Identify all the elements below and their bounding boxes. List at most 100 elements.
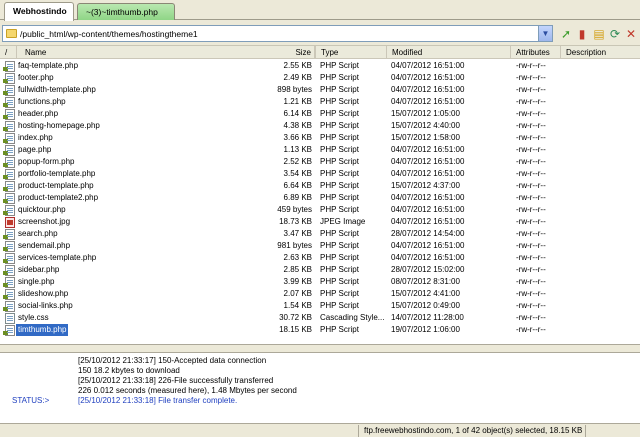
tab-webhostindo[interactable]: Webhostindo bbox=[4, 2, 74, 21]
file-name[interactable]: hosting-homepage.php bbox=[18, 120, 100, 132]
file-size: 2.63 KB bbox=[283, 253, 312, 262]
file-row[interactable]: footer.php 2.49 KB PHP Script 04/07/2012 16… bbox=[0, 72, 640, 84]
file-row[interactable]: popup-form.php 2.52 KB PHP Script 04/07/201… bbox=[0, 156, 640, 168]
file-name[interactable]: header.php bbox=[18, 108, 58, 120]
file-name[interactable]: sidebar.php bbox=[18, 264, 59, 276]
file-modified: 04/07/2012 16:51:00 bbox=[391, 205, 465, 214]
file-size: 3.66 KB bbox=[283, 133, 312, 142]
file-name[interactable]: single.php bbox=[18, 276, 54, 288]
file-type: PHP Script bbox=[320, 121, 359, 130]
file-type: JPEG Image bbox=[320, 217, 366, 226]
file-type: PHP Script bbox=[320, 241, 359, 250]
path-input[interactable]: /public_html/wp-content/themes/hostingth… bbox=[20, 29, 198, 39]
chevron-down-icon[interactable]: ▼ bbox=[538, 26, 552, 41]
file-modified: 08/07/2012 8:31:00 bbox=[391, 277, 460, 286]
file-name[interactable]: footer.php bbox=[18, 72, 54, 84]
file-modified: 04/07/2012 16:51:00 bbox=[391, 253, 465, 262]
file-name[interactable]: quicktour.php bbox=[18, 204, 66, 216]
php-file-icon bbox=[3, 241, 15, 252]
properties-icon[interactable]: ▤ bbox=[592, 26, 606, 42]
tab-timthumb[interactable]: ~(3)~timthumb.php bbox=[77, 3, 175, 20]
file-type: PHP Script bbox=[320, 289, 359, 298]
refresh-icon[interactable]: ⟳ bbox=[608, 26, 622, 42]
file-name[interactable]: screenshot.jpg bbox=[18, 216, 70, 228]
file-row[interactable]: slideshow.php 2.07 KB PHP Script 15/07/2012… bbox=[0, 288, 640, 300]
file-modified: 28/07/2012 14:54:00 bbox=[391, 229, 465, 238]
file-size: 1.54 KB bbox=[283, 301, 312, 310]
file-row[interactable]: quicktour.php 459 bytes PHP Script 04/07/20… bbox=[0, 204, 640, 216]
php-file-icon bbox=[3, 121, 15, 132]
path-combobox[interactable]: /public_html/wp-content/themes/hostingth… bbox=[2, 25, 553, 42]
php-file-icon bbox=[3, 277, 15, 288]
file-name[interactable]: sendemail.php bbox=[18, 240, 70, 252]
file-attributes: -rw-r--r-- bbox=[516, 217, 546, 226]
file-row[interactable]: single.php 3.99 KB PHP Script 08/07/2012 8:… bbox=[0, 276, 640, 288]
file-row[interactable]: style.css 30.72 KB Cascading Style... 14/07… bbox=[0, 312, 640, 324]
file-name[interactable]: timthumb.php bbox=[16, 324, 69, 336]
file-row[interactable]: screenshot.jpg 18.73 KB JPEG Image 04/07/20… bbox=[0, 216, 640, 228]
file-attributes: -rw-r--r-- bbox=[516, 73, 546, 82]
column-modified[interactable]: Modified bbox=[387, 46, 511, 59]
log-line: 226 0.012 seconds (measured here), 1.48 … bbox=[78, 386, 297, 395]
file-row[interactable]: functions.php 1.21 KB PHP Script 04/07/2012… bbox=[0, 96, 640, 108]
file-name[interactable]: index.php bbox=[18, 132, 53, 144]
file-row[interactable]: faq-template.php 2.55 KB PHP Script 04/07/2… bbox=[0, 60, 640, 72]
file-row[interactable]: product-template.php 6.64 KB PHP Script 15/… bbox=[0, 180, 640, 192]
php-file-icon bbox=[3, 229, 15, 240]
log-line: [25/10/2012 21:33:18] 226-File successfu… bbox=[78, 376, 274, 385]
file-type: PHP Script bbox=[320, 181, 359, 190]
file-name[interactable]: services-template.php bbox=[18, 252, 96, 264]
file-name[interactable]: fullwidth-template.php bbox=[18, 84, 96, 96]
php-file-icon bbox=[3, 145, 15, 156]
file-row[interactable]: portfolio-template.php 3.54 KB PHP Script 0… bbox=[0, 168, 640, 180]
file-name[interactable]: slideshow.php bbox=[18, 288, 68, 300]
jpeg-file-icon bbox=[5, 217, 15, 228]
php-file-icon bbox=[3, 301, 15, 312]
file-row[interactable]: fullwidth-template.php 898 bytes PHP Scrip… bbox=[0, 84, 640, 96]
file-list[interactable]: faq-template.php 2.55 KB PHP Script 04/07/2… bbox=[0, 59, 640, 344]
file-name[interactable]: page.php bbox=[18, 144, 51, 156]
file-modified: 04/07/2012 16:51:00 bbox=[391, 73, 465, 82]
file-name[interactable]: functions.php bbox=[18, 96, 66, 108]
file-size: 459 bytes bbox=[277, 205, 312, 214]
php-file-icon bbox=[3, 193, 15, 204]
file-name[interactable]: popup-form.php bbox=[18, 156, 74, 168]
file-attributes: -rw-r--r-- bbox=[516, 277, 546, 286]
column-up-dir[interactable]: / bbox=[0, 46, 17, 59]
column-type[interactable]: Type bbox=[316, 46, 387, 59]
file-modified: 04/07/2012 16:51:00 bbox=[391, 193, 465, 202]
file-name[interactable]: portfolio-template.php bbox=[18, 168, 95, 180]
file-row[interactable]: social-links.php 1.54 KB PHP Script 15/07/2… bbox=[0, 300, 640, 312]
file-type: PHP Script bbox=[320, 253, 359, 262]
file-row[interactable]: hosting-homepage.php 4.38 KB PHP Script 15/… bbox=[0, 120, 640, 132]
file-type: PHP Script bbox=[320, 85, 359, 94]
file-name[interactable]: product-template2.php bbox=[18, 192, 98, 204]
file-size: 4.38 KB bbox=[283, 121, 312, 130]
column-attributes[interactable]: Attributes bbox=[511, 46, 561, 59]
file-row[interactable]: timthumb.php 18.15 KB PHP Script 19/07/2012… bbox=[0, 324, 640, 336]
file-name[interactable]: social-links.php bbox=[18, 300, 73, 312]
file-row[interactable]: product-template2.php 6.89 KB PHP Script 04… bbox=[0, 192, 640, 204]
close-icon[interactable]: ✕ bbox=[624, 26, 638, 42]
delete-icon[interactable]: ▮ bbox=[575, 26, 589, 42]
file-row[interactable]: index.php 3.66 KB PHP Script 15/07/2012 1:5… bbox=[0, 132, 640, 144]
file-size: 898 bytes bbox=[277, 85, 312, 94]
splitter[interactable] bbox=[0, 344, 640, 353]
file-name[interactable]: product-template.php bbox=[18, 180, 94, 192]
file-row[interactable]: sendemail.php 981 bytes PHP Script 04/07/20… bbox=[0, 240, 640, 252]
go-up-icon[interactable]: ➚ bbox=[559, 26, 573, 42]
column-description[interactable]: Description bbox=[561, 46, 640, 59]
file-row[interactable]: services-template.php 2.63 KB PHP Script 04… bbox=[0, 252, 640, 264]
column-size[interactable]: Size bbox=[255, 46, 315, 59]
file-size: 3.54 KB bbox=[283, 169, 312, 178]
file-row[interactable]: sidebar.php 2.85 KB PHP Script 28/07/2012 1… bbox=[0, 264, 640, 276]
php-file-icon bbox=[3, 133, 15, 144]
file-row[interactable]: page.php 1.13 KB PHP Script 04/07/2012 16:5… bbox=[0, 144, 640, 156]
file-row[interactable]: search.php 3.47 KB PHP Script 28/07/2012 14… bbox=[0, 228, 640, 240]
file-name[interactable]: faq-template.php bbox=[18, 60, 78, 72]
css-file-icon bbox=[5, 313, 15, 324]
file-modified: 15/07/2012 4:40:00 bbox=[391, 121, 460, 130]
file-row[interactable]: header.php 6.14 KB PHP Script 15/07/2012 1:… bbox=[0, 108, 640, 120]
file-name[interactable]: search.php bbox=[18, 228, 58, 240]
file-name[interactable]: style.css bbox=[18, 312, 49, 324]
